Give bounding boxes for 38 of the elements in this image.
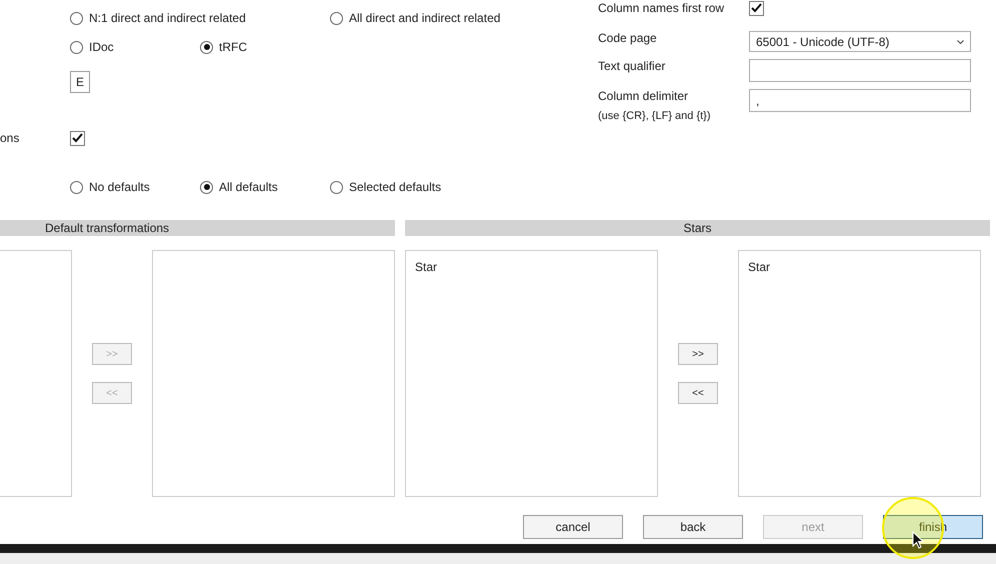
field-label: Column names first row — [598, 1, 726, 15]
field-label: Text qualifier — [598, 59, 666, 75]
radio-label: No defaults — [89, 180, 150, 194]
list-item[interactable]: Star — [748, 260, 971, 274]
radio-button[interactable] — [330, 12, 343, 24]
radio-button[interactable] — [330, 180, 343, 194]
field-label: ons — [0, 131, 20, 145]
move-button[interactable]: << — [678, 382, 718, 404]
radio-label: IDoc — [89, 40, 114, 54]
hint-text: (use {CR}, {LF} and {t}) — [598, 110, 712, 122]
dialog-button[interactable]: back — [643, 515, 743, 539]
list-box[interactable]: Star — [405, 250, 658, 497]
section-header: Stars — [405, 220, 990, 236]
field-label: Column delimiter — [598, 89, 690, 103]
radio-label: All defaults — [219, 180, 278, 194]
radio-button[interactable] — [70, 12, 83, 24]
code-page-dropdown[interactable]: 65001 - Unicode (UTF-8) — [749, 31, 971, 52]
section-header: Default transformations — [0, 220, 395, 236]
checkbox[interactable] — [70, 130, 85, 146]
checkbox[interactable] — [749, 0, 764, 16]
field-label: Code page — [598, 31, 658, 47]
radio-button[interactable] — [200, 180, 213, 194]
radio-label: All direct and indirect related — [349, 11, 500, 25]
move-button[interactable]: >> — [678, 343, 718, 365]
input-field[interactable]: , — [749, 89, 971, 112]
radio-label: N:1 direct and indirect related — [89, 11, 246, 25]
list-box[interactable]: Star — [738, 250, 981, 497]
input-field[interactable] — [749, 59, 971, 82]
input-field[interactable]: E — [70, 71, 90, 93]
radio-label: Selected defaults — [349, 180, 442, 194]
list-item[interactable]: Star — [415, 260, 648, 274]
chevron-down-icon — [957, 40, 964, 44]
radio-button[interactable] — [70, 180, 83, 194]
dialog-button[interactable]: cancel — [523, 515, 623, 539]
radio-button[interactable] — [70, 40, 83, 54]
cursor-icon — [912, 531, 924, 549]
radio-label: tRFC — [219, 40, 247, 54]
radio-button[interactable] — [200, 40, 213, 54]
